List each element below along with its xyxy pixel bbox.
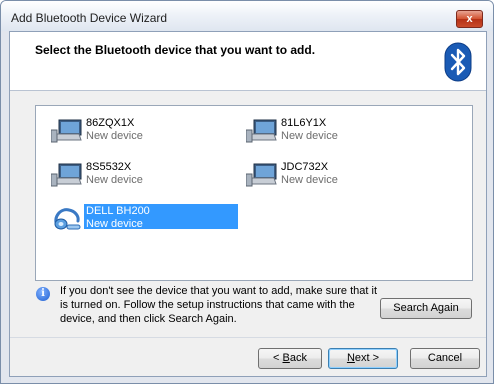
close-button[interactable]: x [456,10,483,28]
computer-icon [51,163,82,187]
back-access-key: B [282,352,290,364]
device-name: DELL BH200 [86,205,150,217]
next-button[interactable]: Next > [328,348,398,369]
wizard-window: Add Bluetooth Device Wizard x Select the… [0,0,494,384]
cancel-label: Cancel [427,352,463,364]
title-bar[interactable]: Add Bluetooth Device Wizard x [1,1,493,31]
list-item[interactable]: JDC732X New device [241,160,395,188]
headset-icon [54,208,81,230]
info-message: If you don't see the device that you wan… [60,285,378,325]
bluetooth-logo-icon [444,42,472,82]
list-item[interactable]: 81L6Y1X New device [241,116,395,144]
list-item[interactable]: 86ZQX1X New device [46,116,200,144]
back-prefix: < [273,352,283,364]
next-rest: ext > [354,352,380,364]
device-status: New device [86,130,143,142]
info-icon: i [36,287,50,301]
search-again-button[interactable]: Search Again [380,298,472,319]
list-item[interactable]: 8S5532X New device [46,160,200,188]
computer-icon [246,163,277,187]
search-again-label: Search Again [393,302,459,314]
device-status: New device [86,218,143,230]
device-status: New device [281,174,338,186]
window-title: Add Bluetooth Device Wizard [11,11,168,25]
wizard-header: Select the Bluetooth device that you wan… [10,32,486,91]
next-access-key: N [346,352,355,364]
computer-icon [51,119,82,143]
wizard-content: Select the Bluetooth device that you wan… [9,31,487,377]
cancel-button[interactable]: Cancel [410,348,480,369]
device-name: 86ZQX1X [86,117,135,129]
list-item-selected[interactable]: DELL BH200 New device [46,204,238,232]
device-status: New device [281,130,338,142]
footer-divider [10,337,486,338]
back-button[interactable]: < Back [258,348,322,369]
device-name: 8S5532X [86,161,132,173]
device-list[interactable]: 86ZQX1X New device 81L6Y1X New device 8S… [35,105,473,281]
page-heading: Select the Bluetooth device that you wan… [35,43,316,57]
device-status: New device [86,174,143,186]
computer-icon [246,119,277,143]
device-name: 81L6Y1X [281,117,327,129]
back-rest: ack [289,352,307,364]
close-icon: x [466,13,473,25]
device-name: JDC732X [281,161,329,173]
